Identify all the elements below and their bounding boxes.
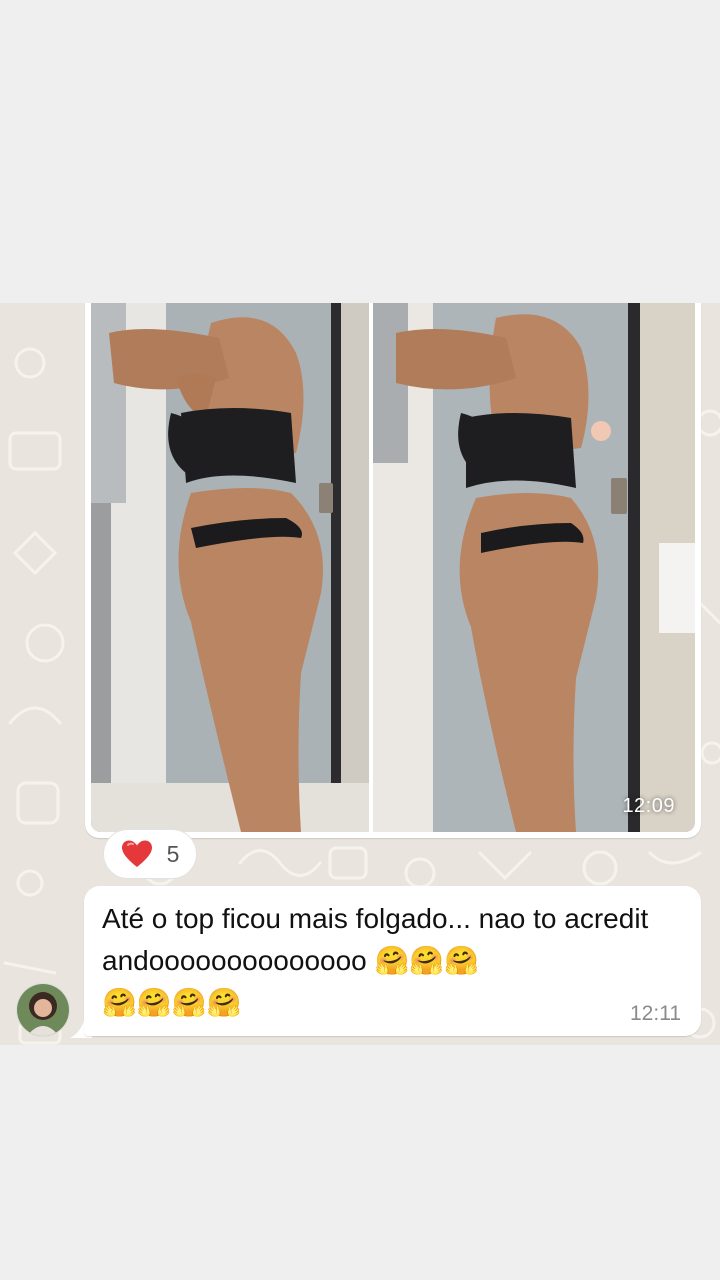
image-timestamp: 12:09 [622, 795, 675, 817]
chat-area: 12:09 5 Até o top ficou mais folgado... … [0, 303, 720, 1045]
before-after-body-photo-icon [91, 303, 695, 832]
reaction-count: 5 [166, 840, 180, 867]
reaction-pill[interactable]: 5 [103, 829, 197, 879]
sender-avatar[interactable] [16, 983, 70, 1037]
before-after-photo[interactable]: 12:09 [91, 303, 695, 832]
message-text: Até o top ficou mais folgado... nao to a… [102, 903, 649, 1018]
avatar-photo-icon [17, 984, 69, 1036]
heart-icon [121, 840, 152, 867]
image-message-bubble[interactable]: 12:09 [85, 303, 701, 838]
text-message-bubble[interactable]: Até o top ficou mais folgado... nao to a… [84, 886, 701, 1036]
message-timestamp: 12:11 [630, 1002, 681, 1025]
